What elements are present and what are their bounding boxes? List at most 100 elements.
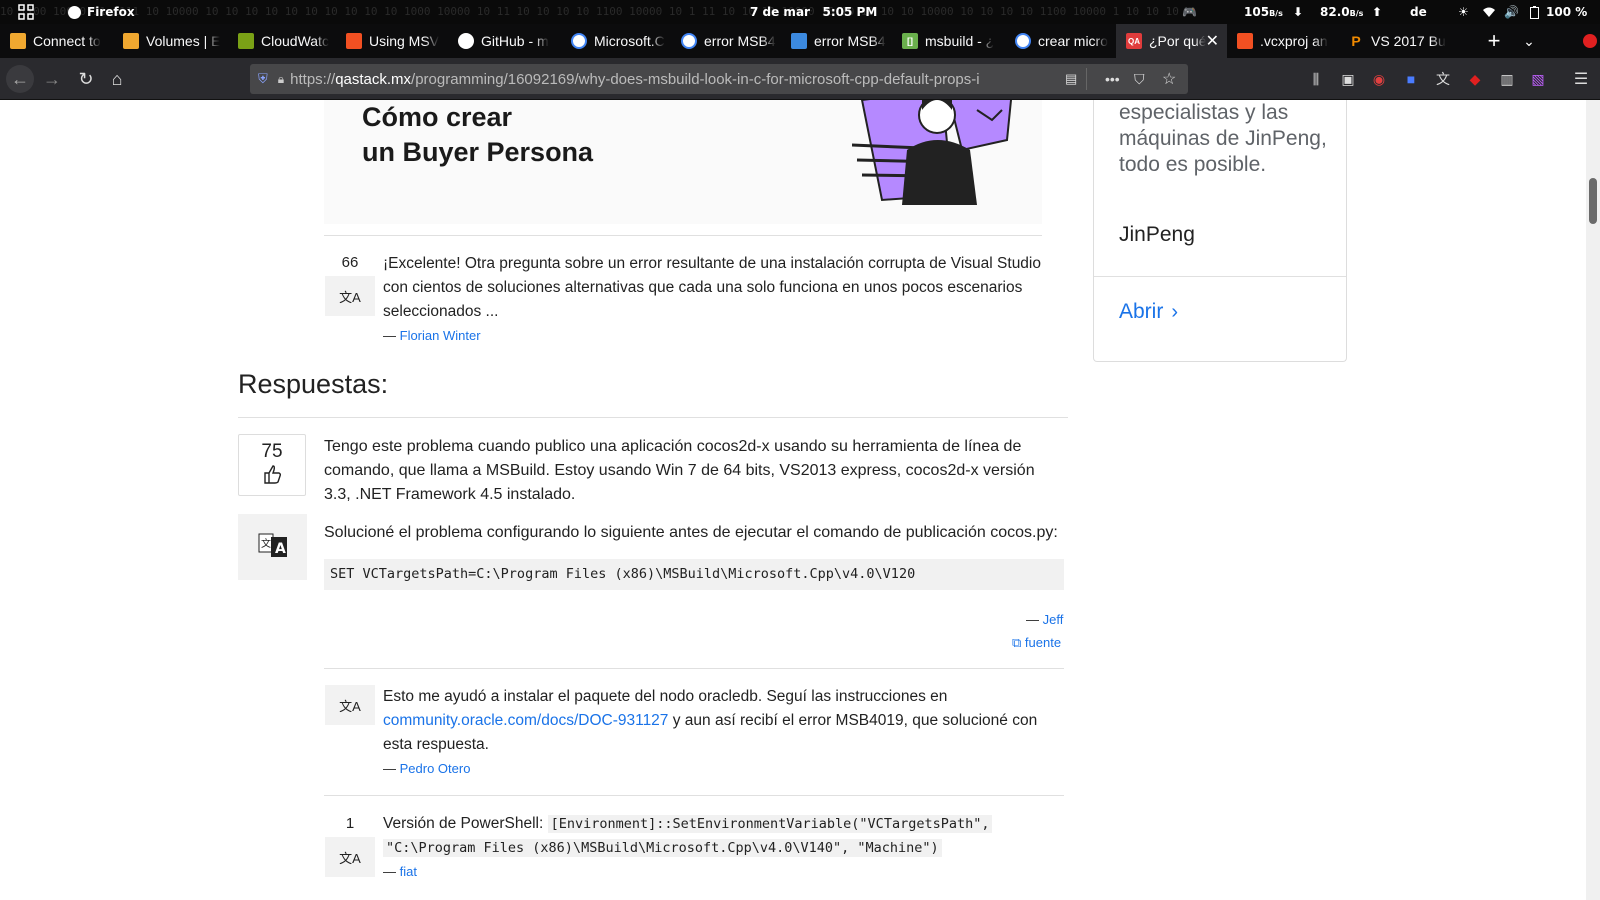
reload-icon[interactable]: ↻ (72, 65, 100, 93)
sidebar-toggle-icon[interactable]: ▣ (1338, 69, 1358, 89)
sidebar-card-name: JinPeng (1119, 223, 1195, 246)
back-arrow-icon[interactable]: ← (6, 65, 34, 93)
answer-source-link[interactable]: ⧉ fuente (1012, 635, 1061, 651)
tab[interactable]: Microsoft.C (561, 24, 671, 58)
answer-vote-box[interactable]: 75 (238, 434, 306, 496)
author-prefix: — (383, 864, 400, 879)
firefox-icon (68, 5, 81, 19)
answer-translate-toggle[interactable]: A文 (238, 514, 307, 580)
translate-icon: 文A (339, 289, 361, 305)
comment-translate-toggle[interactable]: 文A (325, 837, 375, 877)
extension-red-square-icon[interactable]: ◆ (1465, 69, 1485, 89)
tab-title: VS 2017 Bu (1371, 33, 1446, 49)
google-icon (681, 33, 697, 49)
translate-icon[interactable]: 文 (1433, 69, 1453, 89)
url-bar[interactable]: ⛨ 🔒︎ https://qastack.mx/programming/1609… (250, 64, 1188, 94)
app-menu[interactable]: Firefox (68, 0, 135, 24)
comment-author-link[interactable]: Pedro Otero (400, 761, 471, 776)
github-icon (458, 33, 474, 49)
tab[interactable]: crear micro (1005, 24, 1116, 58)
forward-arrow-icon[interactable]: → (38, 65, 66, 93)
author-prefix: — (1026, 612, 1043, 627)
notification-dot-icon[interactable] (1583, 34, 1597, 48)
gamepad-icon[interactable]: 🎮 (1182, 0, 1197, 24)
extension-grid-icon[interactable]: ▥ (1497, 69, 1517, 89)
new-tab-plus-icon[interactable]: + (1480, 27, 1508, 55)
banner-title-line1: Cómo crear (362, 102, 513, 132)
powershell-code-2[interactable]: "C:\Program Files (x86)\MSBuild\Microsof… (383, 839, 942, 857)
oracle-docs-link[interactable]: community.oracle.com/docs/DOC-931127 (383, 712, 668, 729)
tab-title: CloudWatc (261, 33, 329, 49)
comment-translate-toggle[interactable]: 文A (325, 685, 375, 725)
answer-author-link[interactable]: Jeff (1043, 612, 1064, 627)
keyboard-layout[interactable]: de (1410, 0, 1427, 24)
activities-grid-icon[interactable] (18, 0, 34, 24)
system-top-bar: 10 1100 10000 11 1111 10 10000 10 10 10 … (0, 0, 1600, 24)
volume-icon[interactable]: 🔊 (1504, 0, 1519, 24)
microsoft-icon (346, 33, 362, 49)
ad-banner[interactable]: Cómo crear un Buyer Persona (324, 100, 1042, 224)
qa-icon: QA (1126, 33, 1142, 49)
comment-text: ¡Excelente! Otra pregunta sobre un error… (383, 255, 1041, 320)
tab-title: msbuild - ¿ (925, 33, 995, 49)
net-down-unit: B/s (1269, 9, 1283, 18)
tab[interactable]: CloudWatc (228, 24, 336, 58)
battery-icon[interactable] (1530, 0, 1539, 24)
tab[interactable]: [] msbuild - ¿ (892, 24, 1005, 58)
tab[interactable]: Volumes | E (113, 24, 228, 58)
url-text[interactable]: https://qastack.mx/programming/16092169/… (290, 71, 1040, 88)
comment-author-line: — fiat (383, 864, 417, 879)
answer-code-block[interactable]: SET VCTargetsPath=C:\Program Files (x86)… (324, 559, 1064, 590)
brightness-icon[interactable]: ☀ (1458, 0, 1469, 24)
divider (324, 795, 1064, 796)
extension-blue-icon[interactable]: ■ (1401, 69, 1421, 89)
box-icon (10, 33, 26, 49)
external-link-icon: ⧉ (1012, 635, 1022, 650)
thumbs-up-icon[interactable] (239, 463, 305, 490)
author-prefix: — (383, 761, 400, 776)
tab[interactable]: error MSB4 (781, 24, 892, 58)
svg-text:文: 文 (261, 537, 271, 550)
open-label: Abrir (1119, 300, 1164, 323)
tab[interactable]: .vcxproj an (1227, 24, 1338, 58)
source-link-text[interactable]: fuente (1025, 635, 1061, 650)
page-actions-icon[interactable]: ••• (1105, 71, 1120, 87)
sidebar-open-button[interactable]: Abrir › (1119, 300, 1178, 324)
extension-color-icon[interactable]: ▧ (1528, 69, 1548, 89)
microsoft-icon (1237, 33, 1253, 49)
pocket-icon[interactable]: ⛉ (1134, 71, 1145, 88)
library-icon[interactable]: ⫼ (1306, 69, 1326, 89)
home-icon[interactable]: ⌂ (103, 65, 131, 93)
app-name: Firefox (87, 5, 135, 19)
tracking-shield-icon[interactable]: ⛨ (258, 71, 268, 87)
answer-paragraph-2: Solucioné el problema configurando lo si… (324, 524, 1058, 541)
translate-icon: 文A (339, 698, 361, 714)
tab[interactable]: Connect to (0, 24, 113, 58)
powershell-code-1[interactable]: [Environment]::SetEnvironmentVariable("V… (547, 815, 993, 833)
net-up-unit: B/s (1349, 9, 1364, 18)
extension-red-icon[interactable]: ◉ (1369, 69, 1389, 89)
hamburger-menu-icon[interactable]: ☰ (1571, 69, 1591, 89)
tab[interactable]: GitHub - m (448, 24, 561, 58)
wifi-icon[interactable] (1482, 0, 1496, 24)
bookmark-star-icon[interactable]: ☆ (1162, 69, 1176, 89)
url-domain: qastack.mx (335, 70, 412, 88)
lock-icon[interactable]: 🔒︎ (278, 72, 284, 87)
reader-view-icon[interactable]: ▤ (1065, 71, 1077, 87)
tab-close-icon[interactable]: ✕ (1206, 31, 1219, 51)
tab-title: Using MSV (369, 33, 440, 49)
comment-author-link[interactable]: fiat (400, 864, 417, 879)
tab-title: error MSB4 (704, 33, 776, 49)
tab-list-chevron-icon[interactable]: ⌄ (1515, 27, 1543, 55)
comment-author-link[interactable]: Florian Winter (400, 328, 481, 343)
divider (238, 417, 1068, 418)
tab[interactable]: P VS 2017 Bu (1338, 24, 1448, 58)
clock[interactable]: 7 de mar 5:05 PM (750, 0, 877, 24)
banner-title: Cómo crear un Buyer Persona (362, 100, 593, 170)
tab[interactable]: QA ¿Por qué ✕ (1116, 24, 1227, 58)
svg-text:A: A (275, 541, 286, 557)
tab[interactable]: error MSB4 (671, 24, 781, 58)
scrollbar-thumb[interactable] (1589, 178, 1597, 224)
tab[interactable]: Using MSV (336, 24, 448, 58)
translate-toggle[interactable]: 文A (325, 276, 375, 316)
